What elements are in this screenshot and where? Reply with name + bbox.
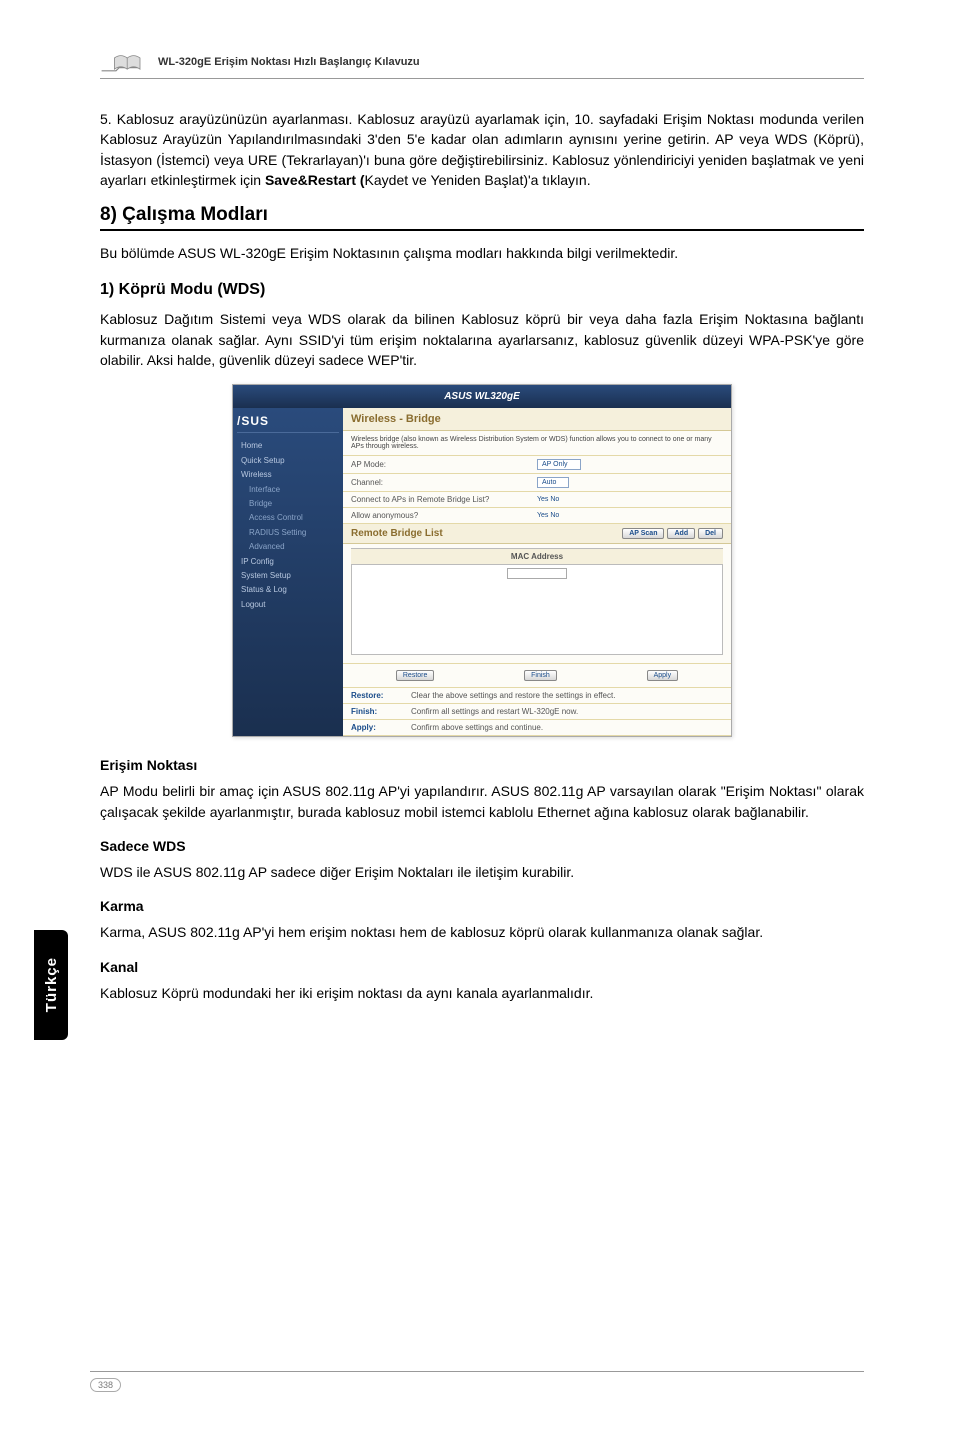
paragraph-erisim-noktasi: AP Modu belirli bir amaç için ASUS 802.1…	[100, 781, 864, 822]
ss-description: Wireless bridge (also known as Wireless …	[343, 431, 731, 456]
nav-bridge[interactable]: Bridge	[237, 497, 339, 511]
nav-radius[interactable]: RADIUS Setting	[237, 526, 339, 540]
book-icon	[100, 50, 148, 74]
paragraph-kanal: Kablosuz Köprü modundaki her iki erişim …	[100, 983, 864, 1003]
nav-interface[interactable]: Interface	[237, 483, 339, 497]
allow-radio[interactable]: Yes No	[537, 512, 723, 519]
para1-after: Kaydet ve Yeniden Başlat)'a tıklayın.	[365, 172, 591, 188]
paragraph-karma: Karma, ASUS 802.11g AP'yi hem erişim nok…	[100, 922, 864, 942]
row-ap-mode: AP Mode: AP Only	[343, 456, 731, 474]
heading-erisim-noktasi: Erişim Noktası	[100, 757, 864, 773]
action-apply: Apply: Confirm above settings and contin…	[343, 720, 731, 736]
doc-header: WL-320gE Erişim Noktası Hızlı Başlangıç …	[100, 50, 864, 79]
connect-radio[interactable]: Yes No	[537, 496, 723, 503]
section-8-intro: Bu bölümde ASUS WL-320gE Erişim Noktasın…	[100, 243, 864, 263]
language-tab: Türkçe	[34, 930, 68, 1040]
heading-karma: Karma	[100, 898, 864, 914]
ss-product-name: ASUS WL320gE	[233, 385, 731, 408]
ss-main-panel: Wireless - Bridge Wireless bridge (also …	[343, 408, 731, 736]
mac-input[interactable]	[507, 568, 567, 579]
paragraph-step5: 5. Kablosuz arayüzünüzün ayarlanması. Ka…	[100, 109, 864, 190]
apmode-label: AP Mode:	[351, 460, 537, 469]
language-tab-label: Türkçe	[43, 957, 60, 1012]
channel-select[interactable]: Auto	[537, 477, 569, 488]
paragraph-sadece-wds: WDS ile ASUS 802.11g AP sadece diğer Eri…	[100, 862, 864, 882]
asus-logo: /SUS	[237, 414, 339, 433]
nav-system-setup[interactable]: System Setup	[237, 569, 339, 583]
apply-button[interactable]: Apply	[647, 670, 679, 681]
del-button[interactable]: Del	[698, 528, 723, 539]
row-allow-anon: Allow anonymous? Yes No	[343, 508, 731, 524]
mac-column-header: MAC Address	[351, 548, 723, 565]
nav-home[interactable]: Home	[237, 439, 339, 453]
finish-desc: Confirm all settings and restart WL-320g…	[411, 707, 578, 716]
para1-bold: Save&Restart (	[265, 172, 365, 188]
page-number: 338	[90, 1378, 121, 1392]
nav-advanced[interactable]: Advanced	[237, 540, 339, 554]
ss-sidebar: /SUS Home Quick Setup Wireless Interface…	[233, 408, 343, 736]
connect-label: Connect to APs in Remote Bridge List?	[351, 495, 537, 504]
row-connect-aps: Connect to APs in Remote Bridge List? Ye…	[343, 492, 731, 508]
add-button[interactable]: Add	[667, 528, 695, 539]
nav-ip-config[interactable]: IP Config	[237, 555, 339, 569]
apmode-select[interactable]: AP Only	[537, 459, 581, 470]
apscan-button[interactable]: AP Scan	[622, 528, 664, 539]
restore-label: Restore:	[351, 691, 411, 700]
finish-label: Finish:	[351, 707, 411, 716]
nav-wireless[interactable]: Wireless	[237, 468, 339, 482]
mac-list-body	[351, 565, 723, 655]
mac-list-area: MAC Address	[343, 544, 731, 664]
apply-desc: Confirm above settings and continue.	[411, 723, 543, 732]
allow-label: Allow anonymous?	[351, 511, 537, 520]
action-restore: Restore: Clear the above settings and re…	[343, 688, 731, 704]
heading-kanal: Kanal	[100, 959, 864, 975]
heading-sadece-wds: Sadece WDS	[100, 838, 864, 854]
ss-page-title: Wireless - Bridge	[343, 408, 731, 431]
subheading-kopru: 1) Köprü Modu (WDS)	[100, 281, 864, 299]
nav-logout[interactable]: Logout	[237, 598, 339, 612]
restore-button[interactable]: Restore	[396, 670, 435, 681]
router-screenshot: ASUS WL320gE /SUS Home Quick Setup Wirel…	[232, 384, 732, 737]
remote-bridge-label: Remote Bridge List	[351, 528, 443, 539]
nav-quick-setup[interactable]: Quick Setup	[237, 454, 339, 468]
header-title: WL-320gE Erişim Noktası Hızlı Başlangıç …	[158, 56, 420, 68]
row-channel: Channel: Auto	[343, 474, 731, 492]
page-footer: 338	[90, 1371, 864, 1392]
bottom-button-row: Restore Finish Apply	[343, 664, 731, 688]
remote-bridge-heading: Remote Bridge List AP Scan Add Del	[343, 524, 731, 544]
section-8-heading: 8) Çalışma Modları	[100, 204, 864, 231]
paragraph-kopru: Kablosuz Dağıtım Sistemi veya WDS olarak…	[100, 309, 864, 370]
apply-label: Apply:	[351, 723, 411, 732]
channel-label: Channel:	[351, 478, 537, 487]
restore-desc: Clear the above settings and restore the…	[411, 691, 615, 700]
nav-access-control[interactable]: Access Control	[237, 511, 339, 525]
action-finish: Finish: Confirm all settings and restart…	[343, 704, 731, 720]
finish-button[interactable]: Finish	[524, 670, 557, 681]
nav-status-log[interactable]: Status & Log	[237, 583, 339, 597]
